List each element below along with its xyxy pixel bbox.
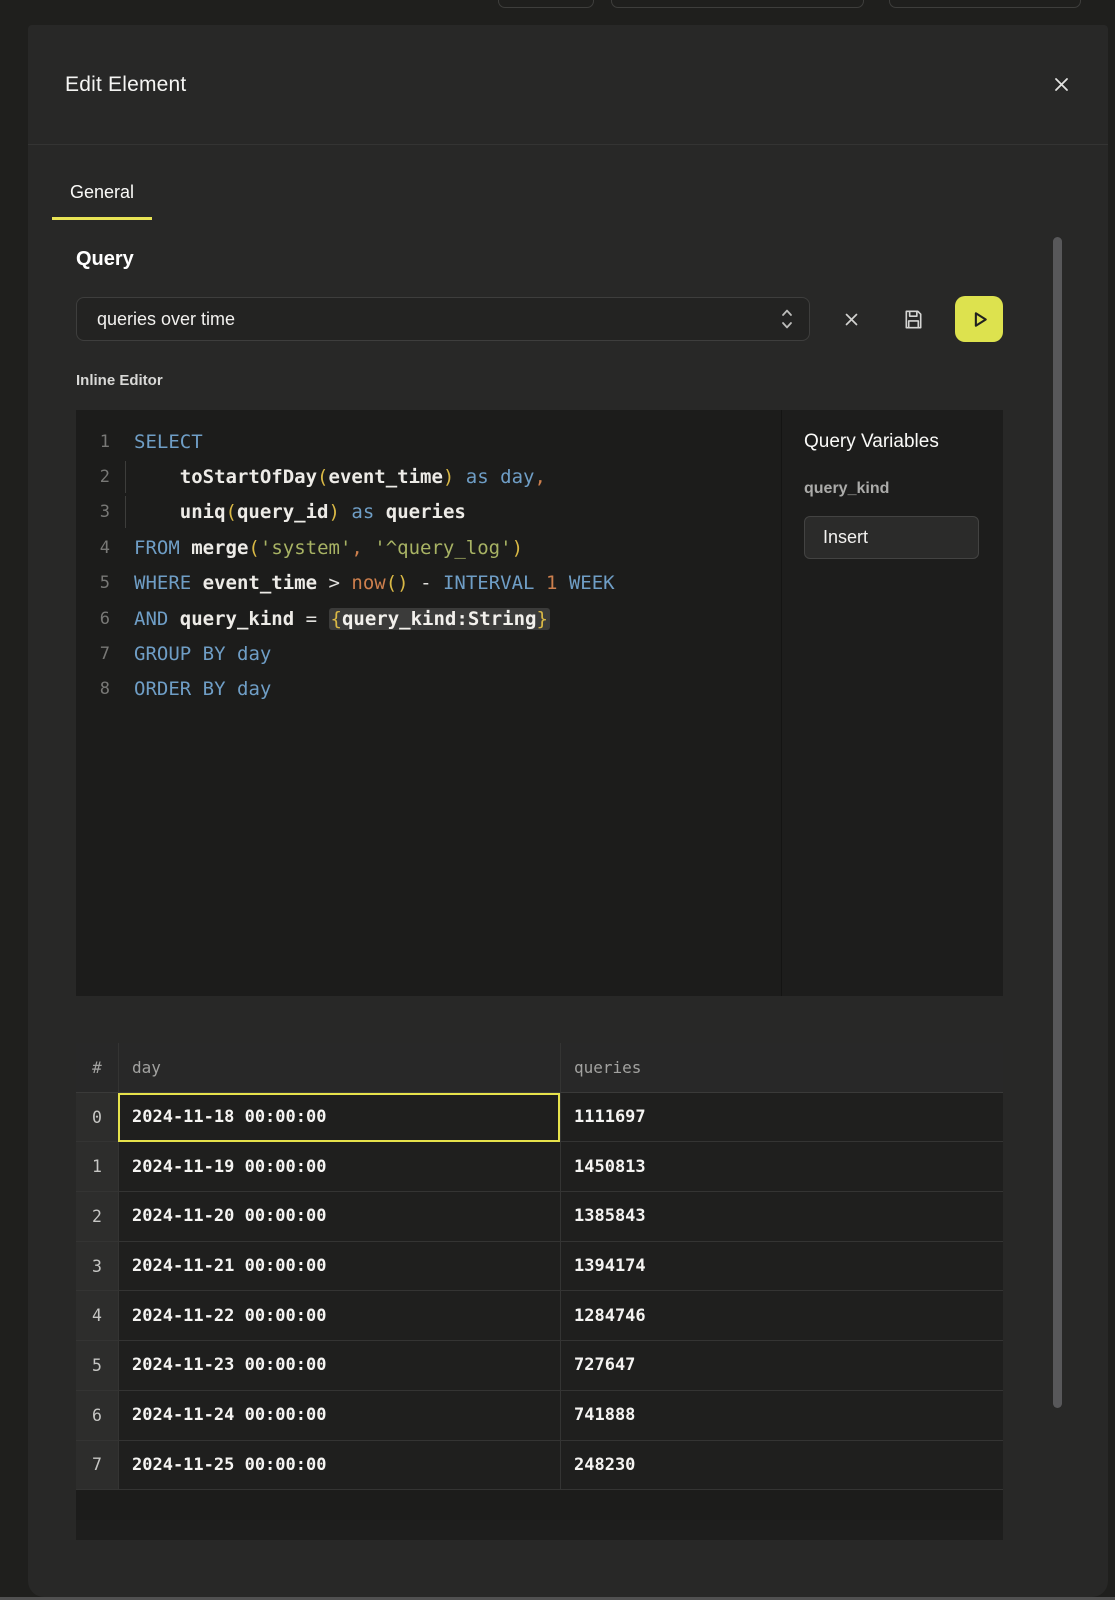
query-select-row: queries over time [76, 296, 1003, 342]
close-icon [1053, 76, 1070, 93]
day-cell[interactable]: 2024-11-23 00:00:00 [118, 1341, 560, 1391]
code-text: AND query_kind = {query_kind:String} [134, 608, 550, 630]
inline-editor: 1 SELECT 2 toStartOfDay(event_time) as day… [76, 410, 1003, 996]
column-header-day[interactable]: day [118, 1043, 560, 1093]
row-index-cell[interactable]: 4 [76, 1291, 118, 1341]
day-cell[interactable]: 2024-11-19 00:00:00 [118, 1142, 560, 1192]
line-number: 5 [76, 573, 120, 593]
line-number: 1 [76, 432, 120, 452]
queries-cell[interactable]: 727647 [560, 1341, 1003, 1391]
modal-header: Edit Element [28, 25, 1108, 145]
query-section-heading: Query [76, 248, 1003, 271]
line-number: 8 [76, 679, 120, 699]
edit-element-modal: Edit Element General Query queries over … [28, 25, 1108, 1597]
modal-title: Edit Element [65, 73, 186, 97]
column-header-queries[interactable]: queries [560, 1043, 1003, 1093]
line-number: 2 [76, 467, 120, 487]
queries-cell[interactable]: 1385843 [560, 1192, 1003, 1242]
query-select-value: queries over time [97, 309, 235, 330]
close-button[interactable] [1044, 68, 1078, 102]
code-line[interactable]: 3 uniq(query_id) as queries [76, 495, 781, 530]
code-line[interactable]: 1 SELECT [76, 424, 781, 459]
chevron-updown-icon [781, 308, 793, 330]
line-number: 3 [76, 502, 120, 522]
row-index-cell[interactable]: 1 [76, 1142, 118, 1192]
tab-bar: General [52, 170, 1108, 220]
queries-cell[interactable]: 248230 [560, 1441, 1003, 1491]
variable-name-label: query_kind [804, 480, 1003, 498]
code-text: toStartOfDay(event_time) as day, [134, 466, 546, 488]
code-line[interactable]: 8 ORDER BY day [76, 672, 781, 707]
day-cell[interactable]: 2024-11-18 00:00:00 [118, 1093, 560, 1143]
row-index-cell[interactable]: 6 [76, 1391, 118, 1441]
row-index-cell[interactable]: 5 [76, 1341, 118, 1391]
code-text: WHERE event_time > now() - INTERVAL 1 WE… [134, 572, 615, 594]
modal-content: Query queries over time [76, 248, 1003, 1540]
clear-query-button[interactable] [831, 299, 871, 339]
table-footer [76, 1490, 1003, 1520]
queries-cell[interactable]: 1394174 [560, 1242, 1003, 1292]
query-variables-panel: Query Variables query_kind Insert [781, 410, 1003, 996]
day-cell[interactable]: 2024-11-21 00:00:00 [118, 1242, 560, 1292]
queries-cell[interactable]: 1111697 [560, 1093, 1003, 1143]
code-line[interactable]: 6 AND query_kind = {query_kind:String} [76, 601, 781, 636]
column-header-index[interactable]: # [76, 1043, 118, 1093]
inline-editor-label: Inline Editor [76, 372, 1003, 389]
code-text: GROUP BY day [134, 643, 271, 665]
day-cell[interactable]: 2024-11-24 00:00:00 [118, 1391, 560, 1441]
row-index-cell[interactable]: 3 [76, 1242, 118, 1292]
queries-cell[interactable]: 1284746 [560, 1291, 1003, 1341]
row-index-cell[interactable]: 0 [76, 1093, 118, 1143]
row-index-cell[interactable]: 7 [76, 1441, 118, 1491]
code-line[interactable]: 7 GROUP BY day [76, 636, 781, 671]
sql-editor[interactable]: 1 SELECT 2 toStartOfDay(event_time) as day… [76, 410, 781, 996]
queries-cell[interactable]: 741888 [560, 1391, 1003, 1441]
code-text: FROM merge('system', '^query_log') [134, 537, 523, 559]
line-number: 6 [76, 609, 120, 629]
code-line[interactable]: 4 FROM merge('system', '^query_log') [76, 530, 781, 565]
day-cell[interactable]: 2024-11-25 00:00:00 [118, 1441, 560, 1491]
query-variables-title: Query Variables [804, 431, 1003, 453]
day-cell[interactable]: 2024-11-20 00:00:00 [118, 1192, 560, 1242]
insert-variable-button[interactable]: Insert [804, 516, 979, 559]
background-toolbar-button [889, 0, 1081, 8]
background-toolbar-button [611, 0, 864, 8]
save-icon [902, 308, 925, 331]
results-table: # day queries 02024-11-18 00:00:00111169… [76, 1043, 1003, 1540]
modal-scrollbar[interactable] [1053, 237, 1062, 1408]
query-select[interactable]: queries over time [76, 297, 810, 341]
code-text: SELECT [134, 431, 203, 453]
code-line[interactable]: 2 toStartOfDay(event_time) as day, [76, 459, 781, 494]
code-text: uniq(query_id) as queries [134, 501, 466, 523]
clear-icon [844, 312, 859, 327]
queries-cell[interactable]: 1450813 [560, 1142, 1003, 1192]
line-number: 7 [76, 644, 120, 664]
code-line[interactable]: 5 WHERE event_time > now() - INTERVAL 1 W… [76, 566, 781, 601]
save-query-button[interactable] [893, 299, 933, 339]
play-icon [967, 307, 992, 332]
row-index-cell[interactable]: 2 [76, 1192, 118, 1242]
day-cell[interactable]: 2024-11-22 00:00:00 [118, 1291, 560, 1341]
line-number: 4 [76, 538, 120, 558]
run-query-button[interactable] [955, 296, 1003, 342]
background-toolbar-button [498, 0, 594, 8]
code-text: ORDER BY day [134, 678, 271, 700]
tab-general[interactable]: General [52, 170, 152, 220]
